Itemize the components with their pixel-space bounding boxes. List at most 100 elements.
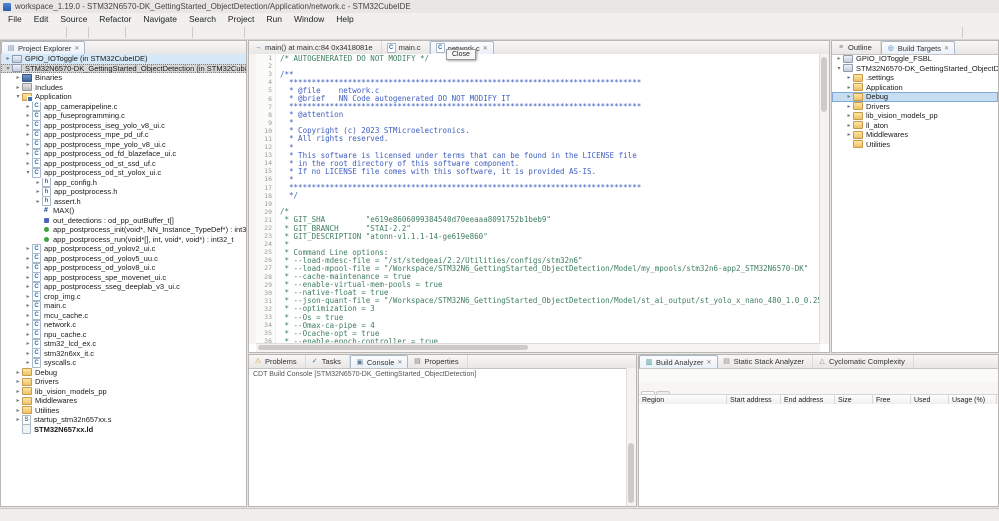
tab-cyclomatic-complexity[interactable]: Cyclomatic Complexity	[813, 355, 914, 368]
expand-arrow-icon[interactable]: ▸	[14, 407, 22, 414]
last-edit-icon[interactable]	[248, 26, 263, 39]
menu-item[interactable]: Source	[54, 14, 93, 24]
expand-arrow-icon[interactable]: ▸	[14, 74, 22, 81]
tree-item[interactable]: ▸ Application	[832, 83, 998, 93]
tree-item[interactable]: ▸ app_postprocess_iseg_yolo_v8_ui.c	[1, 120, 246, 130]
tree-item[interactable]: ▸ lib_vision_models_pp	[832, 111, 998, 121]
run-icon[interactable]	[159, 26, 174, 39]
tree-item[interactable]: ▸ lib_vision_models_pp	[1, 387, 246, 397]
tree-item[interactable]: ▸ main.c	[1, 301, 246, 311]
tree-item[interactable]: ▸ startup_stm32n657xx.s	[1, 415, 246, 425]
menu-item[interactable]: Run	[260, 14, 288, 24]
expand-arrow-icon[interactable]: ▸	[14, 416, 22, 423]
expand-arrow-icon[interactable]: ▸	[835, 55, 843, 62]
expand-arrow-icon[interactable]: ▸	[24, 160, 32, 167]
expand-arrow-icon[interactable]: ▸	[24, 122, 32, 129]
minimize-icon[interactable]	[610, 356, 622, 367]
expand-arrow-icon[interactable]: ▸	[24, 103, 32, 110]
code-line[interactable]: 18 */	[256, 191, 820, 200]
expand-arrow-icon[interactable]: ▸	[24, 245, 32, 252]
terminate-icon[interactable]	[502, 356, 514, 367]
tab-build-targets[interactable]: Build Targets ✕	[880, 41, 956, 54]
tree-item[interactable]: app_postprocess_init(void*, NN_Instance_…	[1, 225, 246, 235]
expand-arrow-icon[interactable]: ▸	[34, 179, 42, 186]
menu-item[interactable]: Window	[288, 14, 330, 24]
tree-item[interactable]: ▸ app_config.h	[1, 177, 246, 187]
remove-all-launches-icon[interactable]	[526, 356, 538, 367]
minimize-icon[interactable]	[972, 42, 984, 53]
console-output[interactable]	[249, 379, 627, 506]
tree-item[interactable]: ▸ app_postprocess_mpe_yolo_v8_ui.c	[1, 139, 246, 149]
back-icon[interactable]	[263, 26, 278, 39]
tree-item[interactable]: ▸ Drivers	[1, 377, 246, 387]
code-line[interactable]: 11 * All rights reserved.	[256, 134, 820, 143]
tree-item[interactable]: ▸ crop_img.c	[1, 291, 246, 301]
tree-item[interactable]: ▸ Utilities	[1, 406, 246, 416]
build-icon[interactable]	[92, 26, 107, 39]
menu-item[interactable]: File	[2, 14, 28, 24]
tree-item[interactable]: ▸ app_camerapipeline.c	[1, 101, 246, 111]
tree-item[interactable]: ▸ app_postprocess_od_fd_blazeface_ui.c	[1, 149, 246, 159]
close-view-icon[interactable]: ✕	[397, 359, 402, 366]
minimize-icon[interactable]	[972, 356, 984, 367]
tree-item[interactable]: ▸ app_postprocess_sseg_deeplab_v3_ui.c	[1, 282, 246, 292]
tree-item[interactable]: ▸ mcu_cache.c	[1, 310, 246, 320]
expand-arrow-icon[interactable]: ▸	[845, 103, 853, 110]
search-icon[interactable]	[944, 26, 959, 39]
separator[interactable]	[122, 25, 129, 39]
open-console-icon[interactable]	[586, 356, 598, 367]
expand-arrow-icon[interactable]: ▸	[24, 112, 32, 119]
expand-arrow-icon[interactable]: ▸	[24, 293, 32, 300]
expand-arrow-icon[interactable]: ▸	[4, 55, 12, 62]
tree-item[interactable]: ▸ Debug	[832, 92, 998, 102]
tab-build-analyzer[interactable]: Build Analyzer ✕	[639, 355, 718, 368]
tree-item[interactable]: ▸ stm32n6xx_it.c	[1, 348, 246, 358]
code-line[interactable]: 2	[256, 62, 820, 71]
tree-item[interactable]: ▸ Includes	[1, 83, 246, 93]
scrollbar-thumb[interactable]	[821, 57, 827, 112]
collapse-all-icon[interactable]	[948, 42, 960, 53]
collapse-all-icon[interactable]	[220, 42, 232, 53]
expand-arrow-icon[interactable]: ▸	[24, 321, 32, 328]
scroll-lock-icon[interactable]	[550, 356, 562, 367]
separator[interactable]	[63, 25, 70, 39]
expand-arrow-icon[interactable]: ▸	[14, 84, 22, 91]
tree-item[interactable]: Utilities	[832, 140, 998, 150]
tree-item[interactable]: ▸ app_postprocess.h	[1, 187, 246, 197]
view-menu-icon[interactable]	[232, 42, 244, 53]
menu-item[interactable]: Project	[222, 14, 260, 24]
tree-item[interactable]: ▸ app_postprocess_od_yolov2_ui.c	[1, 244, 246, 254]
expand-arrow-icon[interactable]: ▸	[24, 302, 32, 309]
expand-arrow-icon[interactable]: ▸	[845, 112, 853, 119]
expand-arrow-icon[interactable]: ▸	[24, 359, 32, 366]
tree-item[interactable]: ▸ app_fuseprogramming.c	[1, 111, 246, 121]
tree-item[interactable]: out_detections : od_pp_outBuffer_t[]	[1, 216, 246, 226]
expand-arrow-icon[interactable]: ▸	[24, 340, 32, 347]
code-line[interactable]: 23 * GIT_DESCRIPTION "atonn-v1.1.1-14-ge…	[256, 232, 820, 241]
tree-item[interactable]: ▸ npu_cache.c	[1, 329, 246, 339]
code-line[interactable]: 15 * If no LICENSE file comes with this …	[256, 167, 820, 176]
pin-console-icon[interactable]	[562, 356, 574, 367]
tree-item[interactable]: ▸ syscalls.c	[1, 358, 246, 368]
tree-item[interactable]: ▸ assert.h	[1, 196, 246, 206]
scrollbar-thumb[interactable]	[628, 443, 634, 503]
expand-arrow-icon[interactable]: ▸	[34, 198, 42, 205]
tab-project-explorer[interactable]: Project Explorer ✕	[1, 41, 86, 54]
menu-item[interactable]: Help	[330, 14, 359, 24]
tree-item[interactable]: ▸ app_postprocess_mpe_pd_uf.c	[1, 130, 246, 140]
tab-console[interactable]: Console ✕	[349, 355, 409, 368]
tree-item[interactable]: app_postprocess_run(void*[], int, void*,…	[1, 235, 246, 245]
save-all-icon[interactable]	[48, 26, 63, 39]
minimize-icon[interactable]	[803, 42, 815, 53]
horizontal-scrollbar[interactable]	[256, 343, 820, 352]
tab-memory-regions[interactable]	[641, 391, 655, 394]
tab-static-stack-analyzer[interactable]: Static Stack Analyzer	[718, 355, 814, 368]
expand-arrow-icon[interactable]: ▸	[845, 84, 853, 91]
code-line[interactable]: 17 *************************************…	[256, 183, 820, 192]
expand-arrow-icon[interactable]: ▸	[34, 188, 42, 195]
tree-item[interactable]: ▾ STM32N6570-DK_GettingStarted_ObjectDet…	[832, 64, 998, 74]
menu-item[interactable]: Navigate	[137, 14, 183, 24]
close-tab-icon[interactable]: ✕	[483, 45, 488, 52]
expand-arrow-icon[interactable]: ▸	[24, 283, 32, 290]
tab-tasks[interactable]: Tasks	[306, 355, 350, 368]
